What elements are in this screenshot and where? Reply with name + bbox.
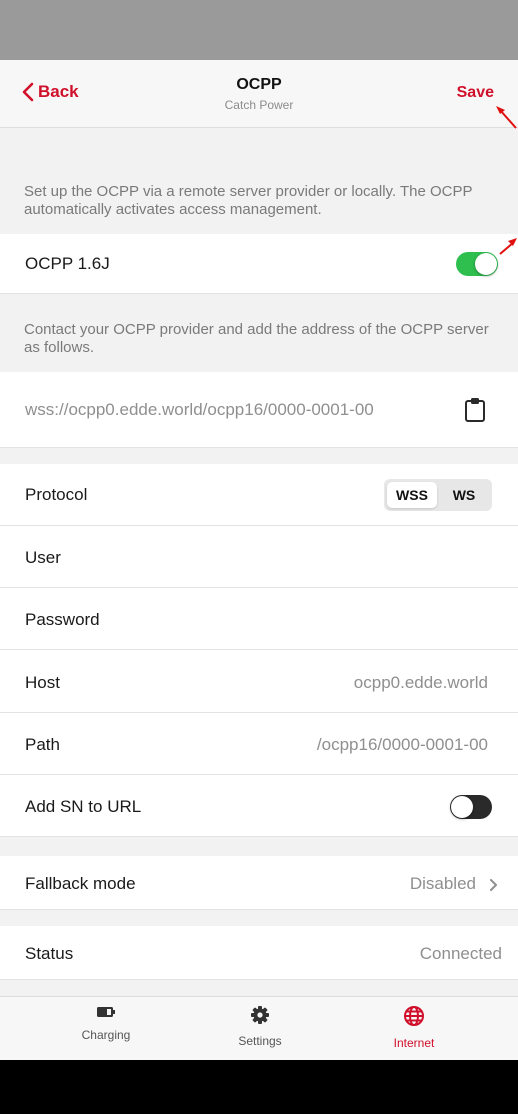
tab-settings[interactable]: Settings <box>200 1005 320 1048</box>
fallback-mode-row[interactable]: Fallback mode Disabled <box>0 856 518 910</box>
gear-icon <box>251 1006 269 1024</box>
path-label: Path <box>25 735 60 754</box>
server-url-row: wss://ocpp0.edde.world/ocpp16/0000-0001-… <box>0 372 518 448</box>
toggle-knob <box>451 796 473 818</box>
add-sn-label: Add SN to URL <box>25 797 142 816</box>
provider-description: Contact your OCPP provider and add the a… <box>24 321 489 356</box>
page-subtitle: Catch Power <box>224 98 294 112</box>
globe-icon <box>404 1006 424 1026</box>
host-value[interactable]: ocpp0.edde.world <box>354 673 488 693</box>
status-value: Connected <box>419 944 502 963</box>
add-sn-toggle-switch[interactable] <box>450 795 492 819</box>
system-navigation-bar <box>0 1060 518 1114</box>
protocol-row: Protocol WSS WS <box>0 464 518 526</box>
user-label: User <box>25 548 61 567</box>
ocpp-toggle-label: OCPP 1.6J <box>25 254 110 273</box>
page-title: OCPP <box>236 76 282 93</box>
user-row[interactable]: User <box>0 526 518 588</box>
server-url-text: wss://ocpp0.edde.world/ocpp16/0000-0001-… <box>25 400 374 419</box>
status-label: Status <box>25 944 74 963</box>
status-row: Status Connected <box>0 926 518 980</box>
ocpp-toggle-switch[interactable] <box>456 252 498 276</box>
bottom-tab-bar: Charging Settings Internet <box>0 996 518 1060</box>
ocpp-toggle-row: OCPP 1.6J <box>0 234 518 294</box>
annotation-arrow-icon <box>499 238 517 255</box>
tab-label: Settings <box>238 1034 282 1048</box>
annotation-arrow-icon <box>496 106 517 129</box>
protocol-option-wss[interactable]: WSS <box>387 482 437 508</box>
intro-description: Set up the OCPP via a remote server prov… <box>24 183 473 218</box>
tab-internet[interactable]: Internet <box>354 1005 474 1050</box>
password-label: Password <box>25 610 100 629</box>
battery-icon <box>97 1007 115 1017</box>
protocol-segmented-control: WSS WS <box>384 479 492 511</box>
tab-label: Internet <box>393 1036 435 1050</box>
add-sn-row: Add SN to URL <box>0 775 518 837</box>
protocol-label: Protocol <box>25 485 88 504</box>
toggle-knob <box>475 253 497 275</box>
protocol-option-ws[interactable]: WS <box>439 482 489 508</box>
clipboard-icon[interactable] <box>464 397 486 423</box>
fallback-mode-label: Fallback mode <box>25 874 136 893</box>
tab-label: Charging <box>81 1028 131 1042</box>
fallback-mode-value: Disabled <box>409 874 476 893</box>
password-row[interactable]: Password <box>0 588 518 650</box>
navigation-bar: Back OCPP Catch Power Save <box>0 60 518 128</box>
tab-charging[interactable]: Charging <box>46 1005 166 1042</box>
host-label: Host <box>25 673 60 692</box>
chevron-right-icon <box>490 879 497 891</box>
path-value[interactable]: /ocpp16/0000-0001-00 <box>317 735 488 755</box>
path-row[interactable]: Path /ocpp16/0000-0001-00 <box>0 713 518 775</box>
save-button[interactable]: Save <box>457 84 494 102</box>
status-bar <box>0 0 518 60</box>
host-row[interactable]: Host ocpp0.edde.world <box>0 650 518 713</box>
